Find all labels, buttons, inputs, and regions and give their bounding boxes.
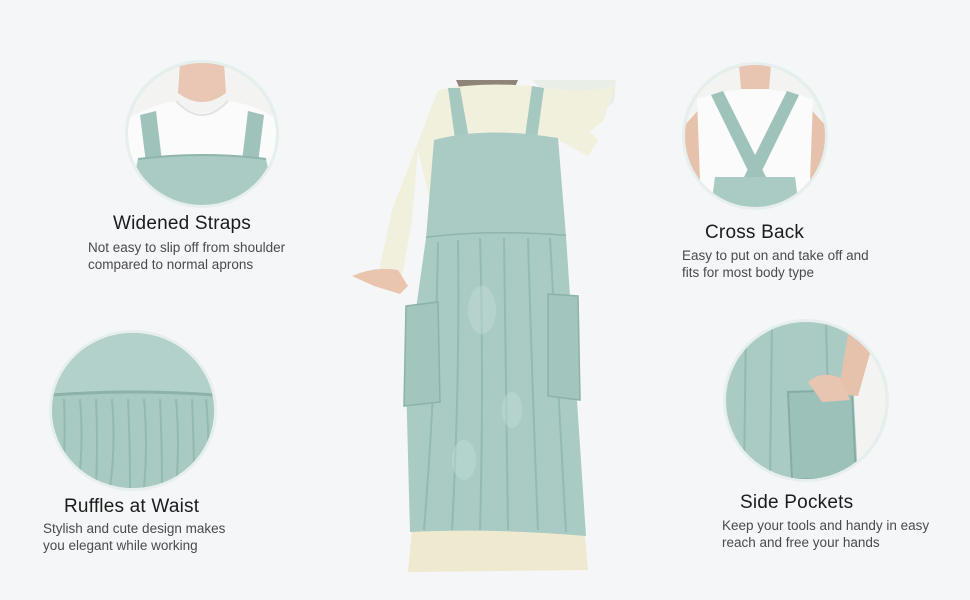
cross-back-desc-line1: Easy to put on and take off and [682,248,869,263]
ruffles-at-waist-photo [52,333,214,488]
cross-back-title: Cross Back [705,222,805,243]
ruffles-at-waist-desc-line2: you elegant while working [43,538,198,553]
apron-feature-infographic: Widened Straps Not easy to slip off from… [0,0,970,600]
side-pockets-photo [726,322,886,479]
widened-straps-description: Not easy to slip off from shoulder compa… [88,239,285,273]
side-pockets-desc-line2: reach and free your hands [722,535,880,550]
widened-straps-desc-line1: Not easy to slip off from shoulder [88,240,286,255]
side-pockets-desc-line1: Keep your tools and handy in easy [722,518,930,533]
apron-model-photo [352,80,618,572]
side-pockets-description: Keep your tools and handy in easy reach … [722,517,929,551]
widened-straps-desc-line2: compared to normal aprons [88,257,254,272]
side-pockets-title: Side Pockets [740,492,854,513]
ruffles-at-waist-description: Stylish and cute design makes you elegan… [43,520,225,554]
widened-straps-title: Widened Straps [113,213,251,234]
cross-back-desc-line2: fits for most body type [682,265,815,280]
ruffles-at-waist-title: Ruffles at Waist [64,496,200,517]
widened-straps-photo [128,63,276,205]
ruffles-at-waist-desc-line1: Stylish and cute design makes [43,521,226,536]
cross-back-description: Easy to put on and take off and fits for… [682,247,869,281]
cross-back-photo [685,65,825,207]
